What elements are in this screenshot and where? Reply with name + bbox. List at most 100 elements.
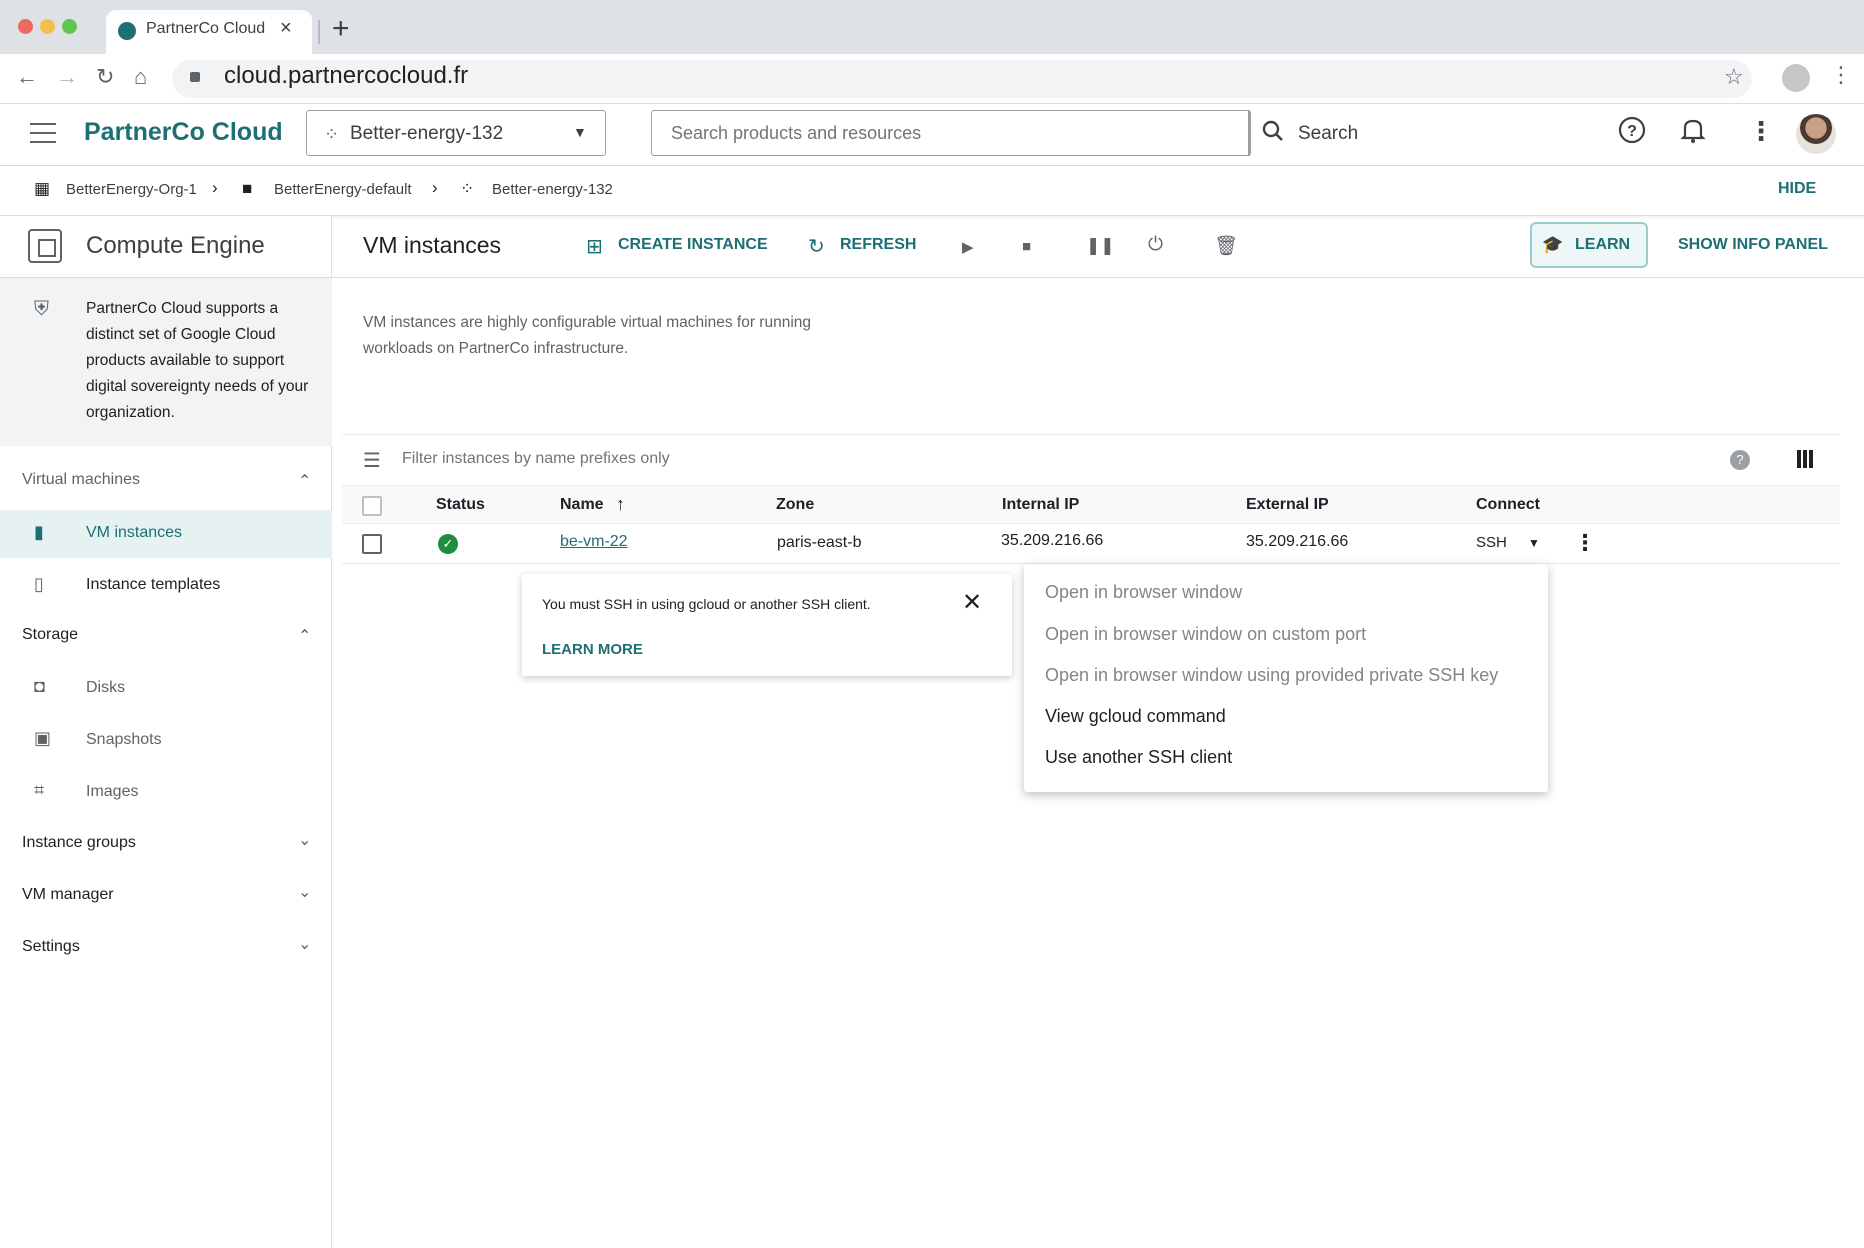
school-cap-icon: 🎓 [1542, 235, 1564, 254]
sidebar-section-settings[interactable]: Settings [22, 938, 80, 956]
search-divider [1248, 110, 1250, 156]
search-button[interactable]: Search [1298, 123, 1358, 145]
tab-close-icon[interactable]: × [280, 17, 292, 40]
close-window-button[interactable] [18, 19, 33, 34]
create-instance-button[interactable]: CREATE INSTANCE [618, 236, 768, 254]
instance-template-icon: ▯ [34, 574, 44, 594]
learn-button-label: LEARN [1575, 236, 1631, 253]
menu-item-use-another-ssh-client[interactable]: Use another SSH client [1045, 747, 1232, 768]
ssh-dropdown-caret-icon[interactable]: ▼ [1528, 536, 1540, 550]
chevron-down-icon[interactable]: ⌄ [298, 934, 311, 954]
close-icon[interactable]: ✕ [962, 588, 982, 617]
breadcrumb-org[interactable]: BetterEnergy-Org-1 [66, 181, 197, 198]
show-info-panel-button[interactable]: SHOW INFO PANEL [1678, 236, 1828, 254]
help-circle-icon[interactable]: ? [1730, 450, 1750, 470]
new-tab-icon[interactable]: + [332, 12, 350, 46]
sidebar-item-snapshots[interactable]: Snapshots [86, 731, 162, 749]
sidebar-section-vm-manager[interactable]: VM manager [22, 886, 114, 904]
maximize-window-button[interactable] [62, 19, 77, 34]
instance-internal-ip: 35.209.216.66 [1001, 532, 1104, 549]
lock-icon[interactable] [190, 72, 200, 82]
column-display-icon[interactable] [1797, 450, 1813, 468]
tab-favicon-icon [118, 22, 136, 40]
start-play-icon[interactable]: ▶ [962, 238, 974, 256]
browser-menu-icon[interactable]: ⋮ [1830, 62, 1852, 88]
menu-item-view-gcloud-command[interactable]: View gcloud command [1045, 706, 1226, 727]
sort-arrow-up-icon[interactable]: ↑ [616, 494, 625, 515]
project-icon: ⁘ [460, 179, 475, 198]
reset-power-icon[interactable]: ⏻ [1148, 234, 1163, 256]
breadcrumb-folder[interactable]: BetterEnergy-default [274, 181, 412, 198]
column-header-name[interactable]: Name [560, 496, 604, 514]
row-checkbox[interactable] [362, 534, 382, 554]
delete-trash-icon[interactable]: 🗑 [1214, 234, 1238, 258]
folder-icon: ■ [242, 179, 253, 198]
sidebar-title: Compute Engine [86, 232, 265, 259]
sidebar-item-instance-templates[interactable]: Instance templates [86, 576, 220, 594]
column-header-internal-ip[interactable]: Internal IP [1002, 496, 1079, 514]
stop-icon[interactable]: ■ [1022, 238, 1031, 255]
shield-icon: ⛨ [34, 298, 49, 320]
images-icon: ⌗ [34, 780, 45, 800]
disk-icon: ◘ [34, 676, 45, 696]
sidebar-item-images[interactable]: Images [86, 783, 138, 801]
breadcrumb-chevron-icon: › [432, 178, 438, 197]
column-header-external-ip[interactable]: External IP [1246, 496, 1329, 514]
back-icon[interactable]: ← [16, 64, 38, 90]
instance-external-ip[interactable]: 35.209.216.66 [1246, 533, 1348, 551]
sovereignty-info-text: PartnerCo Cloud supports a distinct set … [86, 300, 309, 421]
minimize-window-button[interactable] [40, 19, 55, 34]
row-actions-kebab-icon[interactable]: ⋮ [1574, 530, 1596, 556]
svg-text:?: ? [1627, 123, 1637, 140]
instance-zone: paris-east-b [777, 534, 862, 551]
instance-name-link[interactable]: be-vm-22 [560, 533, 628, 551]
brand-logo[interactable]: PartnerCo Cloud [84, 118, 283, 147]
sidebar-item-label: VM instances [86, 524, 183, 541]
browser-profile-avatar[interactable] [1782, 64, 1810, 92]
select-all-checkbox[interactable] [362, 496, 382, 516]
project-selector-label: Better-energy-132 [350, 123, 504, 144]
ssh-button[interactable]: SSH [1476, 534, 1507, 551]
menu-item-open-browser-custom-port: Open in browser window on custom port [1045, 624, 1367, 644]
sidebar-section-storage[interactable]: Storage [22, 626, 78, 644]
menu-item-open-browser: Open in browser window [1045, 582, 1243, 602]
filter-list-icon: ☰ [363, 450, 381, 472]
notifications-bell-icon[interactable] [1680, 116, 1706, 151]
forward-icon[interactable]: → [56, 64, 78, 90]
compute-engine-chip-icon [28, 229, 62, 263]
help-icon[interactable]: ? [1618, 116, 1646, 151]
filter-input[interactable]: Filter instances by name prefixes only [402, 450, 670, 468]
chevron-up-icon[interactable]: ⌃ [298, 471, 311, 491]
learn-more-link[interactable]: LEARN MORE [542, 641, 643, 658]
hamburger-menu-icon[interactable] [30, 123, 56, 145]
chevron-down-icon[interactable]: ⌄ [298, 830, 311, 850]
refresh-button[interactable]: REFRESH [840, 236, 916, 254]
more-options-icon[interactable]: ⋮ [1748, 116, 1774, 147]
breadcrumb-chevron-icon: › [212, 178, 218, 197]
search-icon[interactable] [1262, 120, 1284, 148]
chevron-up-icon[interactable]: ⌃ [298, 626, 311, 646]
tab-title: PartnerCo Cloud [146, 20, 266, 37]
tab-divider [318, 20, 320, 44]
page-description: VM instances are highly configurable vir… [363, 314, 812, 357]
chevron-down-icon[interactable]: ⌄ [298, 882, 311, 902]
breadcrumb-project[interactable]: Better-energy-132 [492, 181, 613, 198]
url-text[interactable]: cloud.partnercocloud.fr [224, 62, 468, 90]
column-header-zone[interactable]: Zone [776, 496, 814, 514]
home-icon[interactable]: ⌂ [134, 64, 147, 90]
column-header-status[interactable]: Status [436, 496, 485, 514]
organization-icon: ▦ [34, 179, 51, 198]
status-running-check-icon: ✓ [438, 534, 458, 554]
hide-breadcrumb-button[interactable]: HIDE [1778, 180, 1816, 198]
page-title: VM instances [363, 232, 502, 258]
pause-icon[interactable]: ❚❚ [1086, 236, 1115, 256]
menu-item-open-browser-private-key: Open in browser window using provided pr… [1045, 665, 1499, 685]
user-avatar[interactable] [1796, 114, 1836, 154]
sidebar-item-disks[interactable]: Disks [86, 679, 125, 697]
sidebar-section-instance-groups[interactable]: Instance groups [22, 834, 136, 852]
column-header-connect: Connect [1476, 496, 1540, 513]
bookmark-star-icon[interactable]: ☆ [1724, 64, 1744, 90]
sidebar-section-virtual-machines[interactable]: Virtual machines [22, 471, 140, 489]
search-placeholder: Search products and resources [671, 123, 922, 143]
reload-icon[interactable]: ↻ [96, 64, 114, 90]
